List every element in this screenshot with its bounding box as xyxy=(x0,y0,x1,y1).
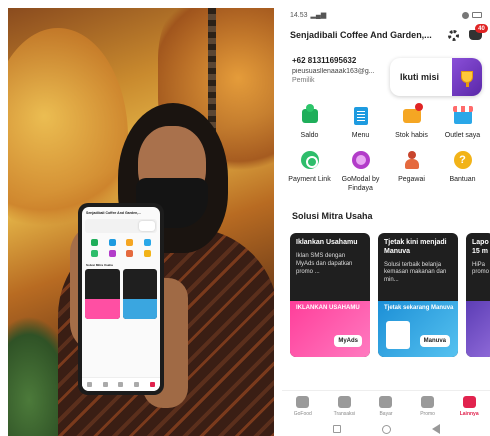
employee-icon xyxy=(402,150,422,170)
gear-icon xyxy=(447,29,459,41)
promo-title: Iklankan Usahamu xyxy=(296,239,358,247)
box-icon xyxy=(402,103,423,126)
held-phone-section-title: Solusi Mitra Usaha xyxy=(86,263,113,267)
promo-banner-text: Tjetak sekarang Manuva xyxy=(384,305,454,312)
wallet-icon xyxy=(300,104,320,126)
store-icon xyxy=(452,106,473,126)
held-phone: Senjadibali Coffee And Garden,... Solusi… xyxy=(78,203,164,395)
nav-bayar[interactable]: Bayar xyxy=(367,396,405,417)
clock: 14.53 xyxy=(290,11,308,19)
menu-item-label: Payment Link xyxy=(288,176,331,184)
promo-brand-tag: Manuva xyxy=(419,335,450,348)
menu-item-label: Outlet saya xyxy=(444,132,481,139)
menu-book-icon xyxy=(351,106,371,126)
store-name[interactable]: Senjadibali Coffee And Garden,... xyxy=(290,30,432,40)
nav-label: Bayar xyxy=(379,411,393,417)
promo-banner xyxy=(466,301,490,358)
notification-badge: 40 xyxy=(475,24,488,33)
system-navigation-bar xyxy=(282,422,490,436)
more-icon xyxy=(462,396,476,408)
recent-apps-button[interactable] xyxy=(332,425,341,433)
menu-item-outlet-saya[interactable]: Outlet saya xyxy=(437,106,488,140)
menu-item-menu[interactable]: Menu xyxy=(335,106,386,140)
promo-title: Tjetak kini menjadi Manuva xyxy=(384,239,447,255)
signal-icon: ▂▄▆ xyxy=(310,12,327,19)
promo-card-partial[interactable]: Lapo 15 m HiPa promo xyxy=(466,233,490,358)
held-phone-screen: Senjadibali Coffee And Garden,... Solusi… xyxy=(82,207,160,391)
menu-item-label: Menu xyxy=(351,132,370,139)
nav-gofood[interactable]: GoFood xyxy=(284,396,322,417)
link-icon xyxy=(300,150,320,170)
promo-desc: HiPa promo xyxy=(472,261,490,276)
money-bag-icon xyxy=(351,150,371,170)
promo-icon xyxy=(421,396,435,408)
home-button[interactable] xyxy=(381,424,391,434)
app-screen: 14.53 ▂▄▆ Senjadibali Coffee And Garden,… xyxy=(282,8,490,436)
promo-title: Lapo 15 m xyxy=(472,239,489,255)
help-icon: ? xyxy=(453,150,473,170)
held-phone-menu-grid xyxy=(82,235,160,261)
back-button[interactable] xyxy=(431,424,440,434)
photo-person-holding-phone: Senjadibali Coffee And Garden,... Solusi… xyxy=(8,8,274,436)
bottom-navigation: GoFood Transaksi Bayar Promo Lainnya xyxy=(282,390,490,422)
held-phone-header: Senjadibali Coffee And Garden,... xyxy=(86,211,142,215)
menu-item-stok-habis[interactable]: Stok habis xyxy=(386,103,437,140)
menu-item-bantuan[interactable]: ? Bantuan xyxy=(437,150,488,193)
alarm-icon xyxy=(462,11,469,19)
settings-button[interactable] xyxy=(446,28,460,42)
nav-transaksi[interactable]: Transaksi xyxy=(325,396,363,417)
nav-label: Transaksi xyxy=(333,411,356,417)
promo-desc: Iklan SMS dengan MyAds dan dapatkan prom… xyxy=(296,252,353,275)
menu-item-payment-link[interactable]: Payment Link xyxy=(284,150,335,193)
held-phone-profile-card xyxy=(85,219,157,233)
promo-desc: Solusi terbaik belanja kemasan makanan d… xyxy=(384,261,447,284)
menu-item-label: Saldo xyxy=(300,132,319,139)
menu-item-label: Pegawai xyxy=(398,176,425,184)
promo-card-manuva[interactable]: Tjetak kini menjadi Manuva Solusi terbai… xyxy=(378,233,458,358)
nav-lainnya[interactable]: Lainnya xyxy=(450,396,488,417)
nav-label: Promo xyxy=(420,411,435,417)
promo-banner: IKLANKAN USAHAMU MyAds xyxy=(290,301,370,358)
trophy-icon xyxy=(452,58,482,96)
promo-brand-tag: MyAds xyxy=(334,335,362,348)
quick-menu-grid: Saldo Menu Stok habis Outlet saya Paymen… xyxy=(282,103,490,193)
nav-label: GoFood xyxy=(293,411,312,417)
status-bar: 14.53 ▂▄▆ xyxy=(282,8,490,22)
section-title: Solusi Mitra Usaha xyxy=(292,211,373,222)
nav-promo[interactable]: Promo xyxy=(409,396,447,417)
inbox-button[interactable]: 40 xyxy=(468,24,488,42)
menu-item-pegawai[interactable]: Pegawai xyxy=(386,150,437,193)
pay-icon xyxy=(379,396,393,408)
phone-illustration xyxy=(386,321,410,350)
menu-item-gomodal[interactable]: GoModal by Findaya xyxy=(335,150,386,193)
join-mission-label: Ikuti misi xyxy=(400,72,440,82)
held-phone-promos xyxy=(82,269,160,319)
promo-banner-text: IKLANKAN USAHAMU xyxy=(296,305,360,312)
held-phone-bottom-nav xyxy=(82,377,160,391)
join-mission-button[interactable]: Ikuti misi xyxy=(390,58,482,96)
menu-item-saldo[interactable]: Saldo xyxy=(284,104,335,140)
profile-section: +62 81311695632 pieusuasllenaaak163@g...… xyxy=(288,52,484,96)
composite-image: Senjadibali Coffee And Garden,... Solusi… xyxy=(0,0,490,436)
transaction-icon xyxy=(337,396,351,408)
promo-banner: Tjetak sekarang Manuva Manuva xyxy=(378,301,458,358)
app-header: Senjadibali Coffee And Garden,... 40 xyxy=(282,22,490,48)
menu-item-label: Stok habis xyxy=(395,132,428,139)
menu-item-label: GoModal by Findaya xyxy=(341,176,380,192)
promo-card-myads[interactable]: Iklankan Usahamu Iklan SMS dengan MyAds … xyxy=(290,233,370,358)
gofood-icon xyxy=(296,396,310,408)
menu-item-label: Bantuan xyxy=(449,176,476,184)
promo-carousel[interactable]: Iklankan Usahamu Iklan SMS dengan MyAds … xyxy=(282,221,490,358)
nav-label: Lainnya xyxy=(459,411,479,417)
battery-icon xyxy=(472,12,482,18)
profile-email: pieusuasllenaaak163@g... xyxy=(292,68,375,75)
